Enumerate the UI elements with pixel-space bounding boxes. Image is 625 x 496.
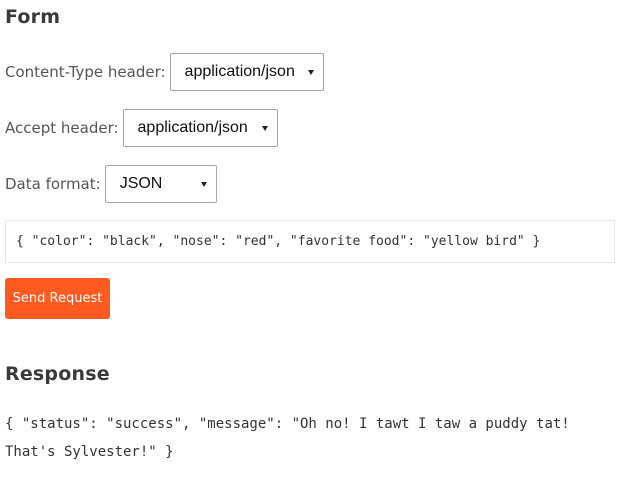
data-format-row: Data format: JSON — [5, 165, 217, 203]
response-body-line: { "status": "success", "message": "Oh no… — [5, 416, 570, 432]
request-body-field[interactable]: { "color": "black", "nose": "red", "favo… — [5, 220, 615, 263]
response-body: { "status": "success", "message": "Oh no… — [5, 410, 610, 466]
chevron-down-icon — [200, 182, 207, 187]
content-type-row: Content-Type header: application/json — [5, 53, 324, 91]
accept-row: Accept header: application/json — [5, 109, 278, 147]
chevron-down-icon — [261, 126, 268, 131]
send-request-button[interactable]: Send Request — [5, 278, 110, 319]
accept-value: application/json — [137, 119, 248, 136]
response-heading: Response — [5, 363, 110, 385]
data-format-value: JSON — [119, 175, 163, 192]
data-format-label: Data format: — [5, 175, 101, 193]
accept-label: Accept header: — [5, 119, 119, 137]
chevron-down-icon — [307, 70, 314, 75]
content-type-label: Content-Type header: — [5, 63, 166, 81]
content-type-value: application/json — [184, 63, 295, 80]
response-body-line: That's Sylvester!" } — [5, 444, 174, 460]
data-format-select[interactable]: JSON — [104, 165, 217, 203]
request-body-text: { "color": "black", "nose": "red", "favo… — [16, 234, 541, 249]
form-heading: Form — [5, 6, 61, 28]
content-type-select[interactable]: application/json — [169, 53, 324, 91]
accept-select[interactable]: application/json — [122, 109, 278, 147]
